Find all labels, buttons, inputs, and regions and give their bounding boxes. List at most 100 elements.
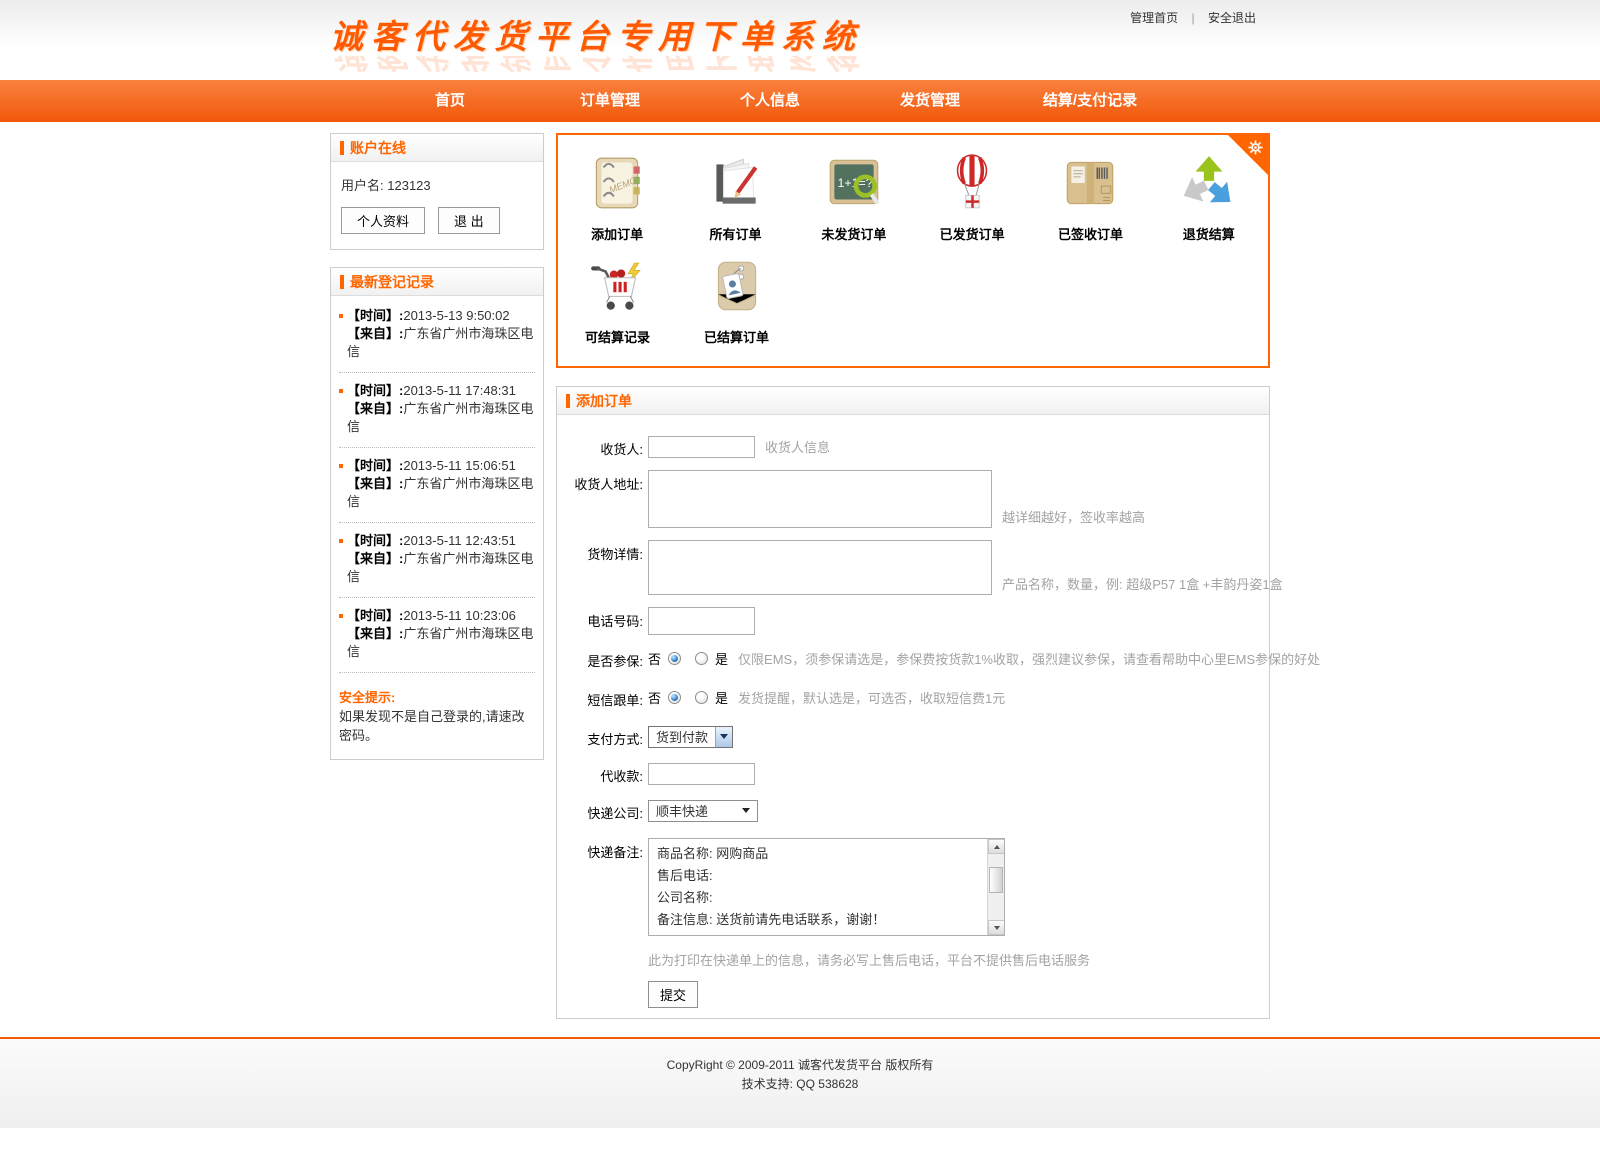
remark-line: 公司名称:: [657, 887, 980, 909]
nav-item-order-management[interactable]: 订单管理: [530, 80, 690, 122]
nav-item-shipping-management[interactable]: 发货管理: [850, 80, 1010, 122]
receiver-label: 收货人:: [557, 435, 643, 458]
goods-hint: 产品名称，数量，例: 超级P57 1盒 +丰韵丹姿1盒: [1002, 574, 1283, 593]
username-row: 用户名: 123123: [341, 175, 533, 194]
record-time-label: 【时间】:: [347, 533, 403, 548]
link-safe-logout[interactable]: 安全退出: [1208, 11, 1256, 25]
top-header: 诚客代发货平台专用下单系统 诚客代发货平台专用下单系统 管理首页 | 安全退出: [0, 0, 1600, 80]
cart-icon: [587, 255, 649, 317]
shortcut-settleable-records[interactable]: 可结算记录: [558, 255, 677, 346]
gear-icon[interactable]: [1248, 140, 1263, 155]
header-accent-bar: [340, 141, 344, 155]
site-title: 诚客代发货平台专用下单系统: [330, 10, 863, 58]
header-accent-bar: [566, 394, 570, 408]
phone-input[interactable]: [648, 607, 755, 635]
record-from-label: 【来自】:: [347, 401, 403, 416]
scroll-down-button[interactable]: [988, 920, 1005, 935]
receiver-hint: 收货人信息: [765, 437, 830, 456]
logout-button[interactable]: 退 出: [438, 207, 500, 234]
sidebar: 账户在线 用户名: 123123 个人资料 退 出 最新登记记录 【: [330, 133, 544, 777]
record-time-value: 2013-5-11 17:48:31: [403, 383, 516, 398]
payment-label: 支付方式:: [557, 725, 643, 748]
bullet-icon: [339, 389, 343, 393]
record-time-value: 2013-5-11 15:06:51: [403, 458, 516, 473]
shortcut-all-orders[interactable]: 所有订单: [676, 152, 794, 243]
shortcut-received-orders[interactable]: 已签收订单: [1031, 152, 1149, 243]
address-textarea[interactable]: [648, 470, 992, 528]
badge-envelope-icon: [706, 255, 768, 317]
shortcut-label: 已发货订单: [940, 224, 1005, 243]
shortcut-unshipped-orders[interactable]: 1+1=? 未发货订单: [795, 152, 913, 243]
record-time-value: 2013-5-13 9:50:02: [403, 308, 509, 323]
top-links: 管理首页 | 安全退出: [1124, 9, 1262, 26]
shortcut-shipped-orders[interactable]: 已发货订单: [913, 152, 1031, 243]
insurance-label: 是否参保:: [557, 647, 643, 670]
record-time-value: 2013-5-11 10:23:06: [403, 608, 516, 623]
copyright-text: CopyRight © 2009-2011 诚客代发货平台 版权所有: [330, 1056, 1270, 1075]
security-tip-text: 如果发现不是自己登录的,请速改密码。: [339, 707, 535, 745]
username-value: 123123: [387, 178, 430, 193]
address-hint: 越详细越好，签收率越高: [1002, 507, 1145, 526]
chevron-down-icon: [742, 808, 750, 813]
remark-scrollbar[interactable]: [987, 839, 1004, 935]
insurance-no-label: 否: [648, 649, 661, 668]
scrollbar-thumb[interactable]: [989, 867, 1003, 893]
link-separator: |: [1192, 11, 1195, 25]
login-record-item: 【时间】:2013-5-11 15:06:51 【来自】:广东省广州市海珠区电信: [339, 448, 535, 523]
payment-select-value: 货到付款: [649, 727, 715, 746]
add-order-panel: 添加订单 收货人: 收货人信息 收货人地址: 越详细越好，签收率越高: [556, 386, 1270, 1019]
username-label: 用户名:: [341, 178, 384, 193]
link-admin-home[interactable]: 管理首页: [1130, 11, 1178, 25]
shortcut-label: 所有订单: [709, 224, 761, 243]
shortcut-label: 已结算订单: [704, 327, 769, 346]
memo-icon: MEMO: [586, 152, 648, 214]
login-record-item: 【时间】:2013-5-11 17:48:31 【来自】:广东省广州市海珠区电信: [339, 373, 535, 448]
insurance-no-radio[interactable]: [668, 652, 681, 665]
account-box-title: 账户在线: [350, 138, 406, 158]
login-records-box: 最新登记记录 【时间】:2013-5-13 9:50:02 【来自】:广东省广州…: [330, 267, 544, 760]
collect-input[interactable]: [648, 763, 755, 785]
nav-item-home[interactable]: 首页: [370, 80, 530, 122]
shortcut-label: 可结算记录: [585, 327, 650, 346]
sms-no-radio[interactable]: [668, 691, 681, 704]
record-time-label: 【时间】:: [347, 608, 403, 623]
scroll-up-button[interactable]: [988, 839, 1005, 854]
footer: CopyRight © 2009-2011 诚客代发货平台 版权所有 技术支持:…: [0, 1037, 1600, 1128]
goods-textarea[interactable]: [648, 540, 992, 595]
support-text: 技术支持: QQ 538628: [330, 1075, 1270, 1094]
remark-note: 此为打印在快递单上的信息，请务必写上售后电话，平台不提供售后电话服务: [648, 950, 1269, 969]
record-from-label: 【来自】:: [347, 551, 403, 566]
shortcut-add-order[interactable]: MEMO 添加订单: [558, 152, 676, 243]
login-record-item: 【时间】:2013-5-11 12:43:51 【来自】:广东省广州市海珠区电信: [339, 523, 535, 598]
sms-label: 短信跟单:: [557, 686, 643, 709]
shortcut-settled-orders[interactable]: 已结算订单: [677, 255, 796, 346]
bullet-icon: [339, 314, 343, 318]
receiver-input[interactable]: [648, 436, 755, 458]
shortcut-label: 退货结算: [1183, 224, 1235, 243]
insurance-yes-radio[interactable]: [695, 652, 708, 665]
package-icon: [1059, 152, 1121, 214]
nav-item-settlement-records[interactable]: 结算/支付记录: [1010, 80, 1170, 122]
record-from-label: 【来自】:: [347, 476, 403, 491]
courier-select[interactable]: 顺丰快递: [648, 800, 758, 822]
main-content: MEMO 添加订单 所有订单: [556, 133, 1270, 1019]
submit-button[interactable]: 提交: [648, 981, 698, 1008]
profile-button[interactable]: 个人资料: [341, 207, 425, 234]
courier-label: 快递公司:: [557, 799, 643, 822]
add-order-title: 添加订单: [576, 391, 632, 411]
site-title-reflection: 诚客代发货平台专用下单系统: [330, 56, 863, 80]
balloon-gift-icon: [941, 152, 1003, 214]
main-nav: 首页 订单管理 个人信息 发货管理 结算/支付记录: [0, 80, 1600, 122]
remark-line: 备注信息: 送货前请先电话联系，谢谢！: [657, 909, 980, 931]
courier-select-value: 顺丰快递: [656, 801, 708, 820]
payment-select[interactable]: 货到付款: [648, 726, 733, 748]
security-tip: 安全提示: 如果发现不是自己登录的,请速改密码。: [339, 673, 535, 751]
book-pencil-icon: [704, 152, 766, 214]
remark-textarea[interactable]: 商品名称: 网购商品 售后电话: 公司名称: 备注信息: 送货前请先电话联系，谢…: [648, 838, 1005, 936]
remark-line: 售后电话:: [657, 865, 980, 887]
remark-label: 快递备注:: [557, 838, 643, 936]
collect-label: 代收款:: [557, 762, 643, 785]
nav-item-personal-info[interactable]: 个人信息: [690, 80, 850, 122]
account-box-header: 账户在线: [331, 134, 543, 162]
sms-yes-radio[interactable]: [695, 691, 708, 704]
